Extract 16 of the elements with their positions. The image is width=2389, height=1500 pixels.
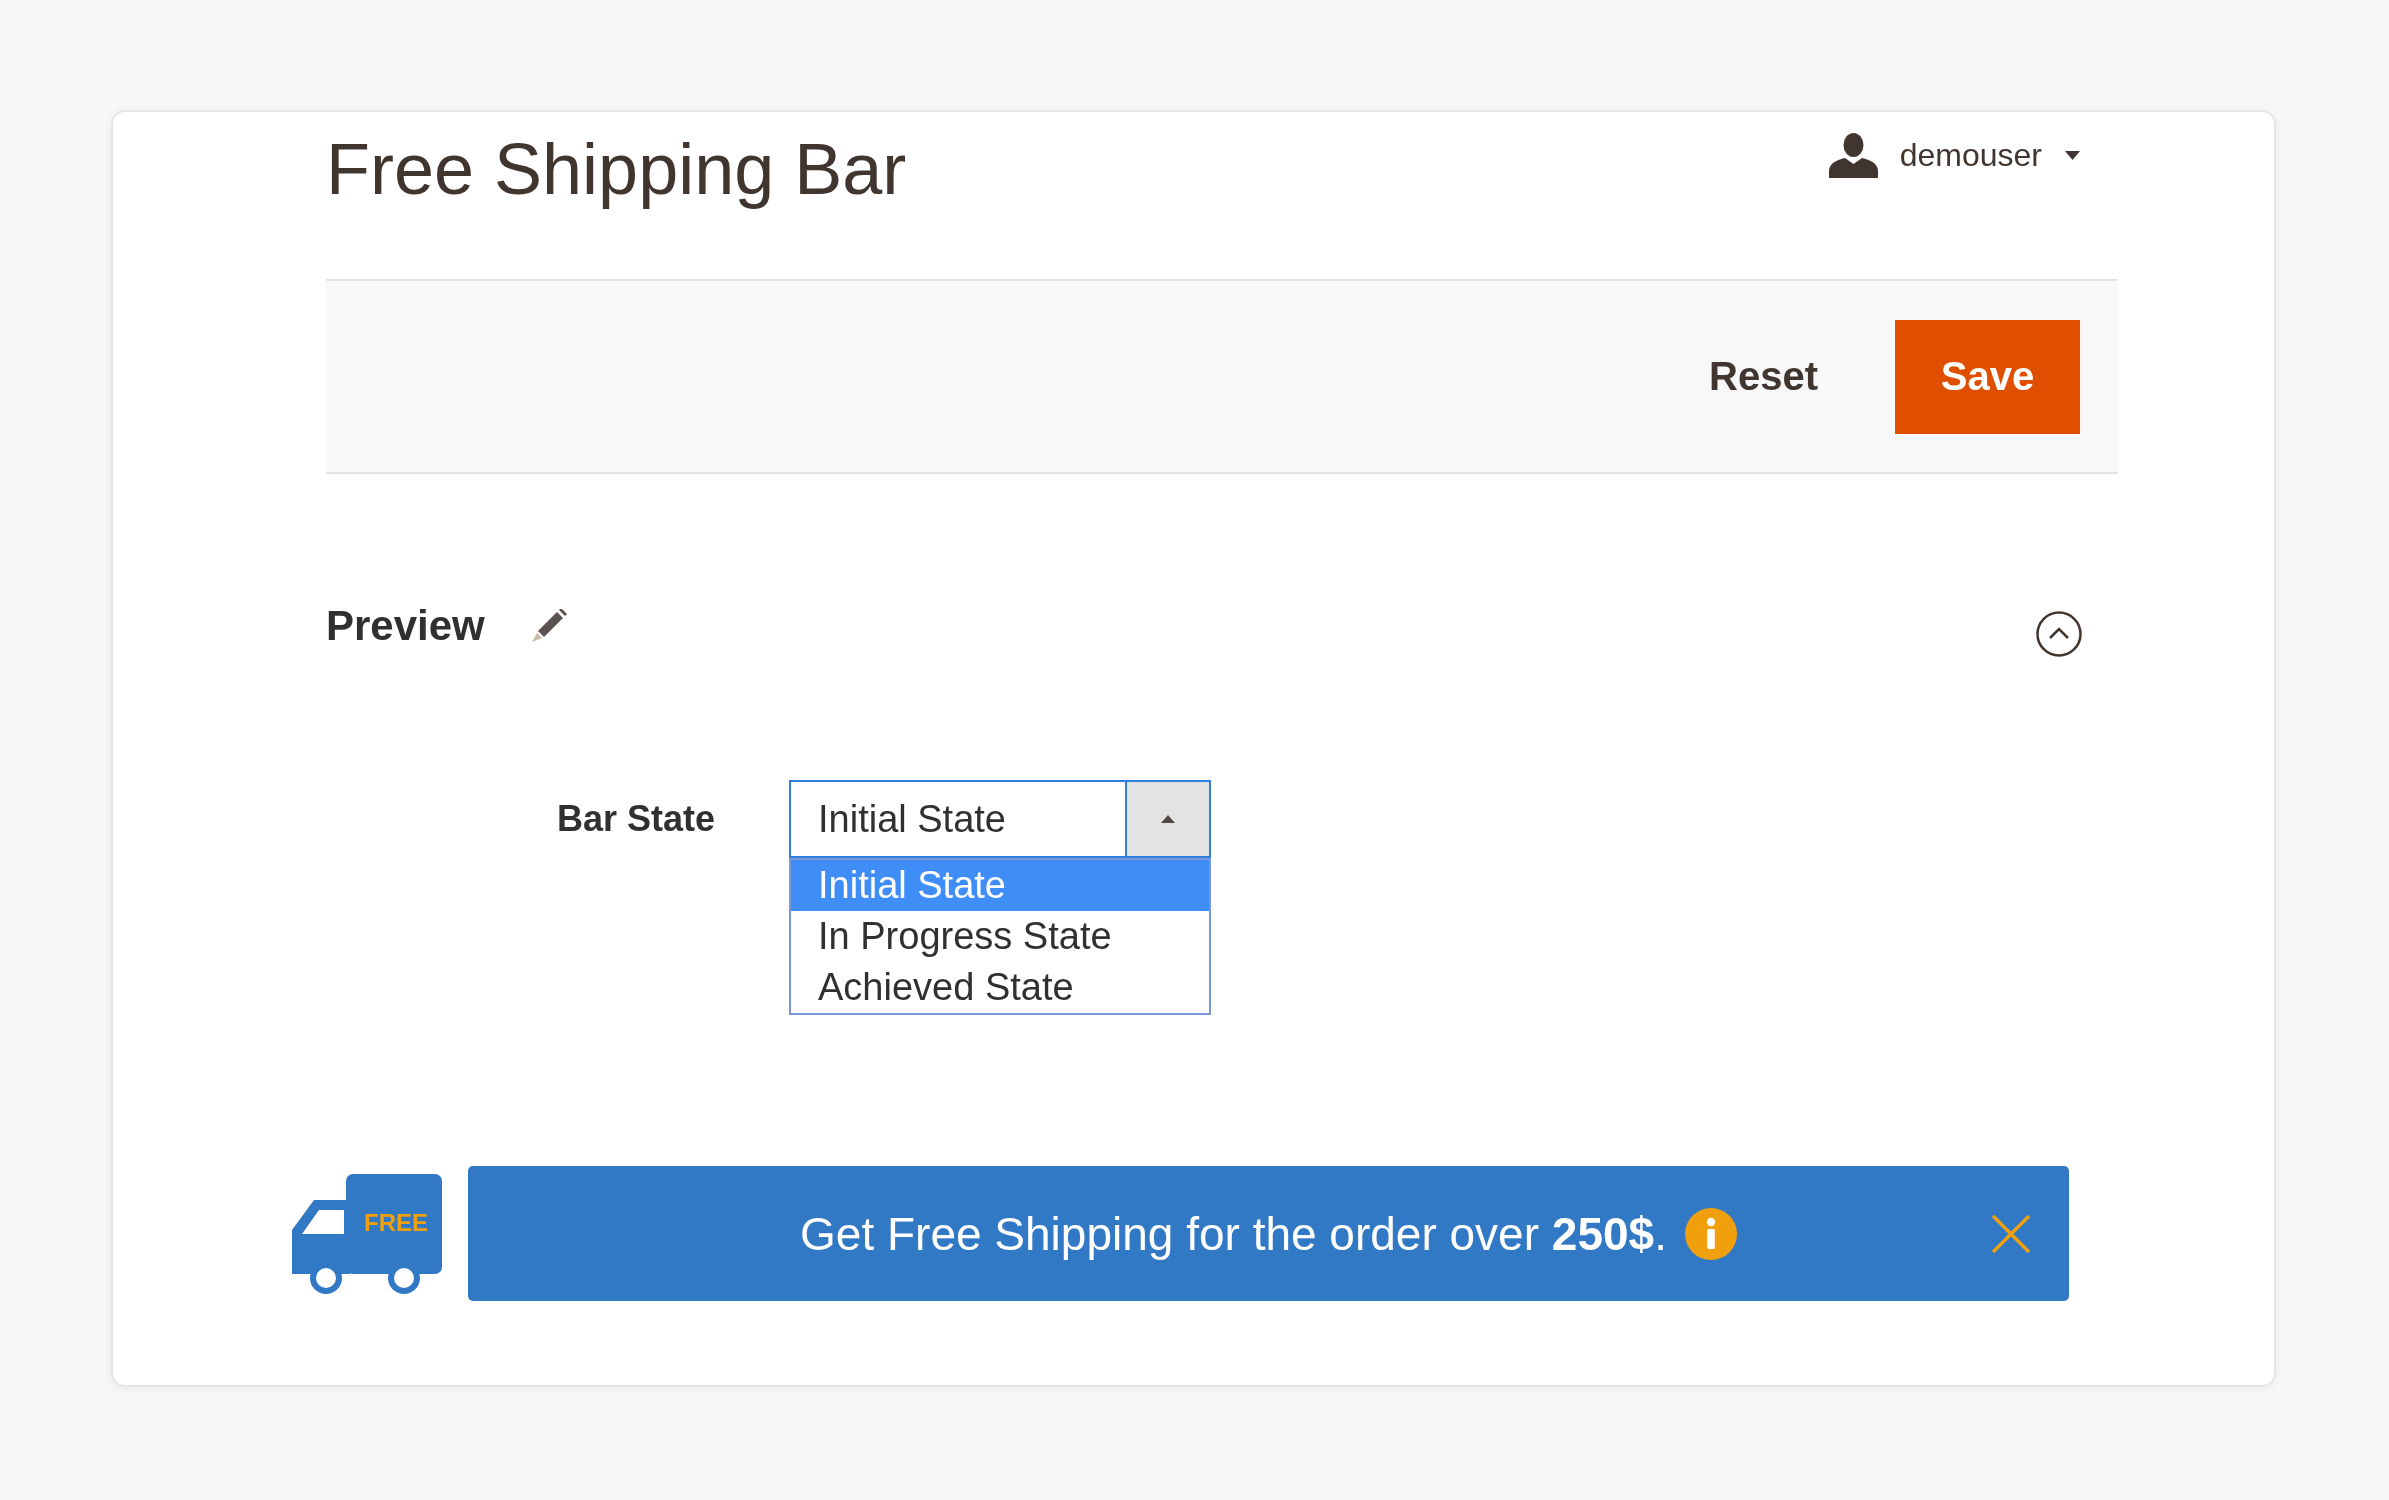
caret-up-icon xyxy=(1125,782,1209,856)
dropdown-field[interactable]: Initial State xyxy=(789,780,1211,858)
reset-button[interactable]: Reset xyxy=(1684,334,1843,419)
dropdown-option[interactable]: Achieved State xyxy=(791,962,1209,1013)
save-button[interactable]: Save xyxy=(1895,319,2080,434)
info-icon[interactable] xyxy=(1684,1207,1737,1260)
user-icon xyxy=(1828,133,1878,178)
caret-down-icon xyxy=(2065,151,2080,160)
bar-message: Get Free Shipping for the order over 250$. xyxy=(800,1206,1667,1262)
chevron-up-circle-icon[interactable] xyxy=(2036,611,2082,657)
user-menu[interactable]: demouser xyxy=(1828,133,2080,178)
truck-label: FREE xyxy=(364,1209,428,1236)
field-label: Bar State xyxy=(556,798,715,839)
dropdown-option[interactable]: In Progress State xyxy=(791,911,1209,962)
section-title: Preview xyxy=(326,601,485,651)
page-title: Free Shipping Bar xyxy=(326,128,907,211)
